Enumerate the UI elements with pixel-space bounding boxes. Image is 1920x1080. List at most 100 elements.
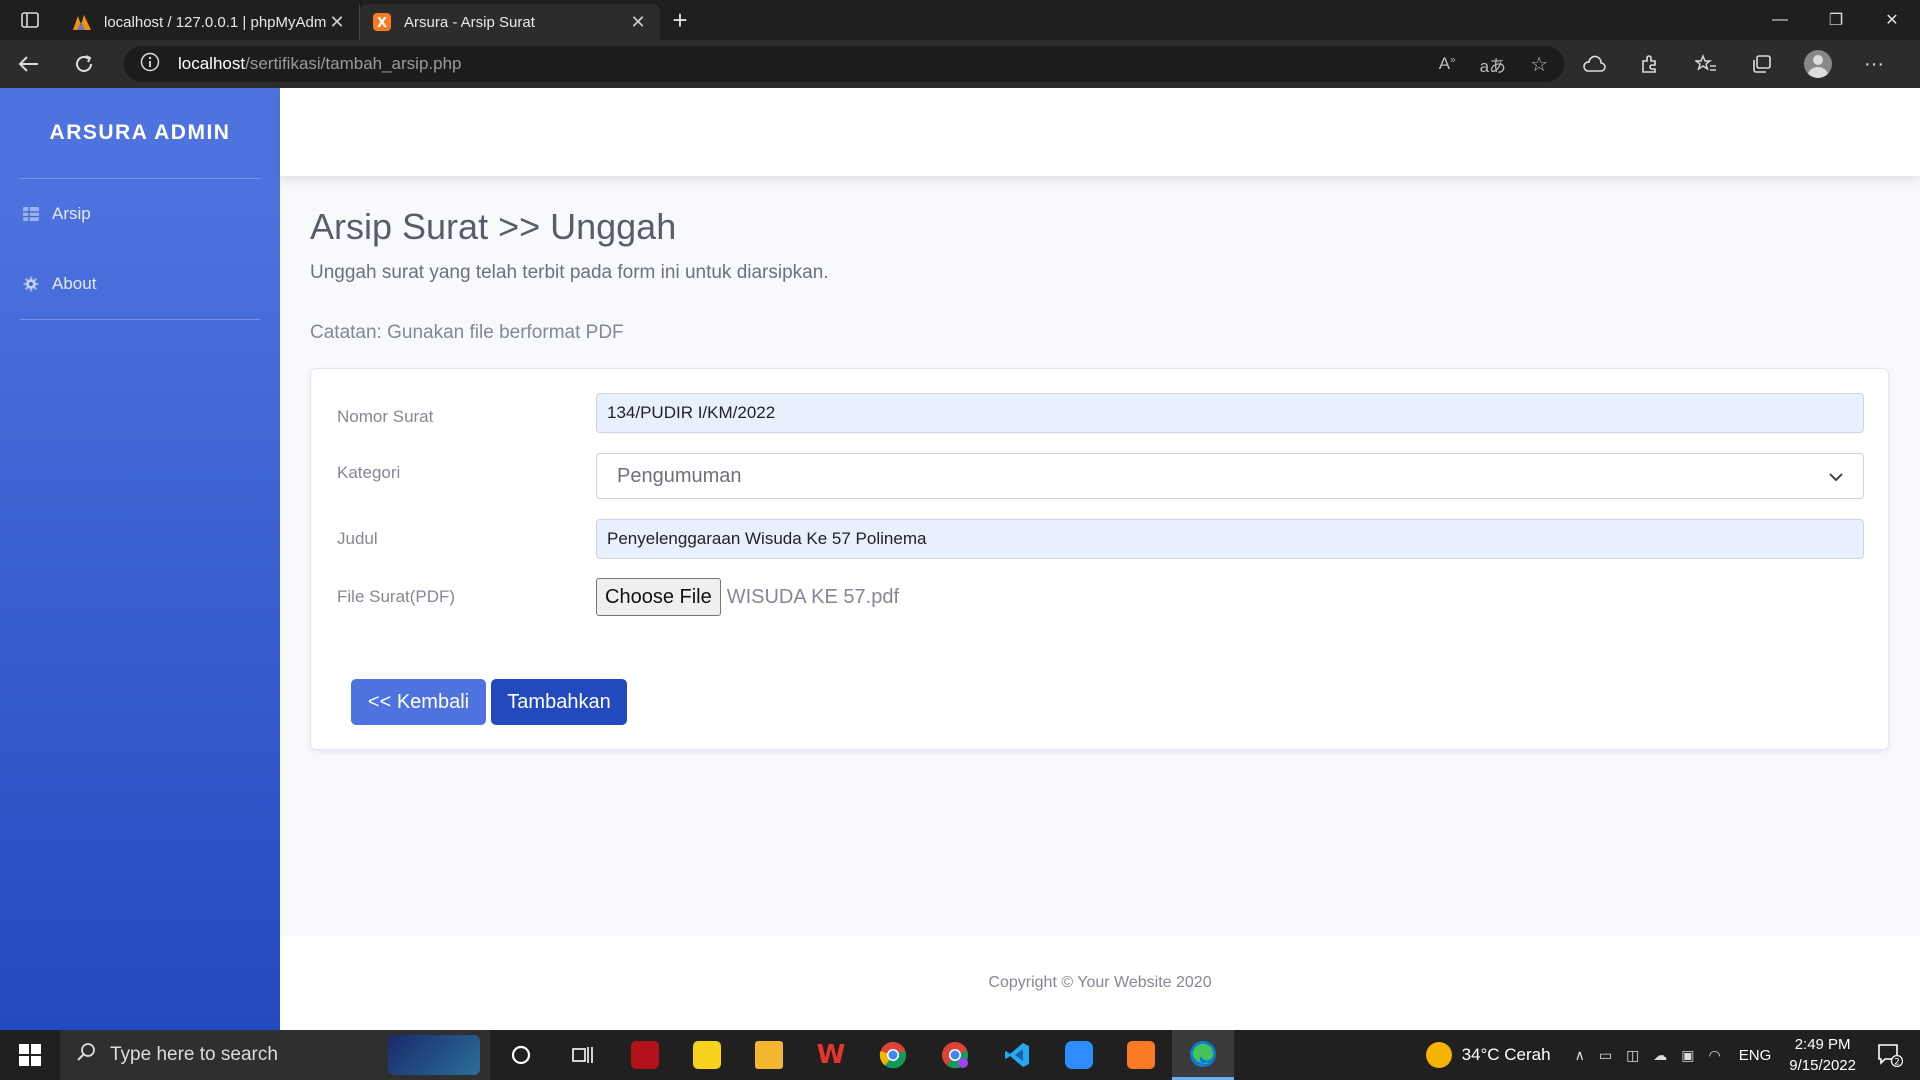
sidebar-item-arsip[interactable]: Arsip <box>0 179 280 249</box>
taskbar-search-box[interactable]: Type here to search <box>60 1030 490 1080</box>
tab-title: localhost / 127.0.0.1 | phpMyAdmin <box>104 13 327 31</box>
sidebar-brand[interactable]: ARSURA ADMIN <box>0 88 280 178</box>
page-viewport: ARSURA ADMIN Arsip About Arsip Surat >> … <box>0 88 1920 1030</box>
file-explorer-icon[interactable] <box>738 1030 800 1080</box>
edge-icon[interactable] <box>1172 1030 1234 1080</box>
translate-icon[interactable]: aあ <box>1480 52 1506 77</box>
weather-text: 34°C Cerah <box>1461 1045 1551 1064</box>
pdf-note: Catatan: Gunakan file berformat PDF <box>310 322 624 343</box>
file-input: Choose File WISUDA KE 57.pdf <box>596 578 899 616</box>
judul-row: Judul <box>337 519 597 559</box>
sidebar: ARSURA ADMIN Arsip About <box>0 88 280 1030</box>
selected-file-name: WISUDA KE 57.pdf <box>726 585 900 608</box>
kembali-button[interactable]: << Kembali <box>351 679 486 725</box>
tab-actions-icon[interactable] <box>0 0 60 40</box>
more-menu-icon[interactable]: ··· <box>1850 40 1898 88</box>
url-host: localhost <box>178 54 246 73</box>
clock-time: 2:49 PM <box>1794 1036 1851 1053</box>
url-path: /sertifikasi/tambah_arsip.php <box>245 54 462 73</box>
extensions-icon[interactable] <box>1626 40 1674 88</box>
read-aloud-icon[interactable]: A» <box>1439 54 1456 74</box>
weather-sun-icon <box>1425 1042 1452 1068</box>
upload-form-card: Nomor Surat 134/PUDIR I/KM/2022 Kategori… <box>310 368 1889 750</box>
cloud-icon[interactable] <box>1570 40 1618 88</box>
file-surat-row: File Surat(PDF) <box>337 577 597 617</box>
nomor-surat-input[interactable]: 134/PUDIR I/KM/2022 <box>596 393 1864 433</box>
close-window-icon[interactable]: ✕ <box>1864 0 1920 40</box>
tab-phpmyadmin[interactable]: localhost / 127.0.0.1 | phpMyAdmin ✕ <box>60 4 360 40</box>
cortana-icon[interactable] <box>490 1030 552 1080</box>
xampp-icon: X <box>372 12 392 32</box>
page-subtitle: Unggah surat yang telah terbit pada form… <box>310 262 829 283</box>
top-navbar <box>280 88 1920 176</box>
sidebar-item-label: Arsip <box>52 204 91 223</box>
task-view-icon[interactable] <box>552 1030 614 1080</box>
window-controls: — ❐ ✕ <box>1752 0 1920 40</box>
notification-center-icon[interactable]: 2 <box>1872 1043 1908 1067</box>
clock-date: 9/15/2022 <box>1789 1057 1856 1074</box>
file-surat-label: File Surat(PDF) <box>337 587 456 606</box>
back-arrow-icon[interactable] <box>0 40 56 88</box>
search-icon <box>76 1042 96 1068</box>
judul-label: Judul <box>337 529 378 548</box>
sidebar-item-label: About <box>52 274 97 293</box>
choose-file-button[interactable]: Choose File <box>596 578 721 616</box>
address-bar[interactable]: localhost/sertifikasi/tambah_arsip.php A… <box>124 46 1564 82</box>
weather-widget[interactable]: 34°C Cerah <box>1425 1042 1551 1068</box>
kategori-select[interactable]: Pengumuman <box>596 453 1864 499</box>
copyright-text: Copyright © Your Website 2020 <box>988 974 1212 991</box>
chevron-down-icon <box>1829 465 1843 488</box>
wifi-icon[interactable]: ◠ <box>1709 1047 1721 1064</box>
page-title: Arsip Surat >> Unggah <box>310 206 677 247</box>
svg-text:X: X <box>377 16 387 31</box>
system-clock[interactable]: 2:49 PM 9/15/2022 <box>1789 1034 1856 1076</box>
windows-taskbar: Type here to search W 34°C Cerah ∧ ▭ ◫ ☁… <box>0 1030 1920 1080</box>
phpmyadmin-icon <box>72 12 92 32</box>
gear-icon <box>22 275 40 293</box>
refresh-icon[interactable] <box>56 40 112 88</box>
chrome-icon[interactable] <box>862 1030 924 1080</box>
profile-avatar[interactable] <box>1794 40 1842 88</box>
xampp-taskbar-icon[interactable] <box>1110 1030 1172 1080</box>
chrome-profile-icon[interactable] <box>924 1030 986 1080</box>
table-icon <box>22 205 40 223</box>
close-tab-icon[interactable]: ✕ <box>327 12 347 33</box>
windows-start-icon[interactable] <box>0 1030 60 1080</box>
language-indicator[interactable]: ENG <box>1739 1047 1772 1064</box>
restore-icon[interactable]: ❐ <box>1808 0 1864 40</box>
battery-icon[interactable]: ▭ <box>1599 1047 1612 1064</box>
site-info-icon[interactable] <box>140 52 160 77</box>
kategori-selected-value: Pengumuman <box>617 464 742 487</box>
collections-icon[interactable] <box>1738 40 1786 88</box>
tab-title: Arsura - Arsip Surat <box>404 13 535 31</box>
nomor-surat-label: Nomor Surat <box>337 407 434 426</box>
sticky-notes-icon[interactable] <box>676 1030 738 1080</box>
sidebar-item-about[interactable]: About <box>0 249 280 319</box>
judul-input[interactable]: Penyelenggaraan Wisuda Ke 57 Polinema <box>596 519 1864 559</box>
vscode-icon[interactable] <box>986 1030 1048 1080</box>
camera-icon[interactable]: ◫ <box>1626 1047 1639 1064</box>
taskbar-apps: W <box>490 1030 1234 1080</box>
chevron-up-icon[interactable]: ∧ <box>1575 1047 1585 1064</box>
wps-office-icon[interactable]: W <box>800 1030 862 1080</box>
kategori-label: Kategori <box>337 463 401 482</box>
display-icon[interactable]: ▣ <box>1681 1047 1694 1064</box>
nomor-surat-row: Nomor Surat <box>337 397 597 437</box>
minimize-icon[interactable]: — <box>1752 0 1808 40</box>
tab-arsura[interactable]: X Arsura - Arsip Surat ✕ <box>360 4 660 40</box>
sidebar-divider <box>20 319 260 320</box>
new-tab-icon[interactable]: + <box>660 0 700 40</box>
onedrive-icon[interactable]: ☁ <box>1653 1047 1667 1064</box>
main-content: Arsip Surat >> Unggah Unggah surat yang … <box>310 206 1890 750</box>
zoom-icon[interactable] <box>1048 1030 1110 1080</box>
add-favorite-icon[interactable]: ☆ <box>1530 52 1548 77</box>
game-launcher-icon[interactable] <box>614 1030 676 1080</box>
close-tab-icon[interactable]: ✕ <box>628 12 648 33</box>
browser-tab-bar: localhost / 127.0.0.1 | phpMyAdmin ✕ X A… <box>0 0 1920 40</box>
favorites-icon[interactable] <box>1682 40 1730 88</box>
search-highlight-image <box>388 1035 480 1075</box>
tambahkan-button[interactable]: Tambahkan <box>491 679 627 725</box>
browser-extensions: ··· <box>1570 40 1898 88</box>
footer: Copyright © Your Website 2020 <box>280 936 1920 1030</box>
system-tray: 34°C Cerah ∧ ▭ ◫ ☁ ▣ ◠ ENG 2:49 PM 9/15/… <box>1425 1030 1920 1080</box>
